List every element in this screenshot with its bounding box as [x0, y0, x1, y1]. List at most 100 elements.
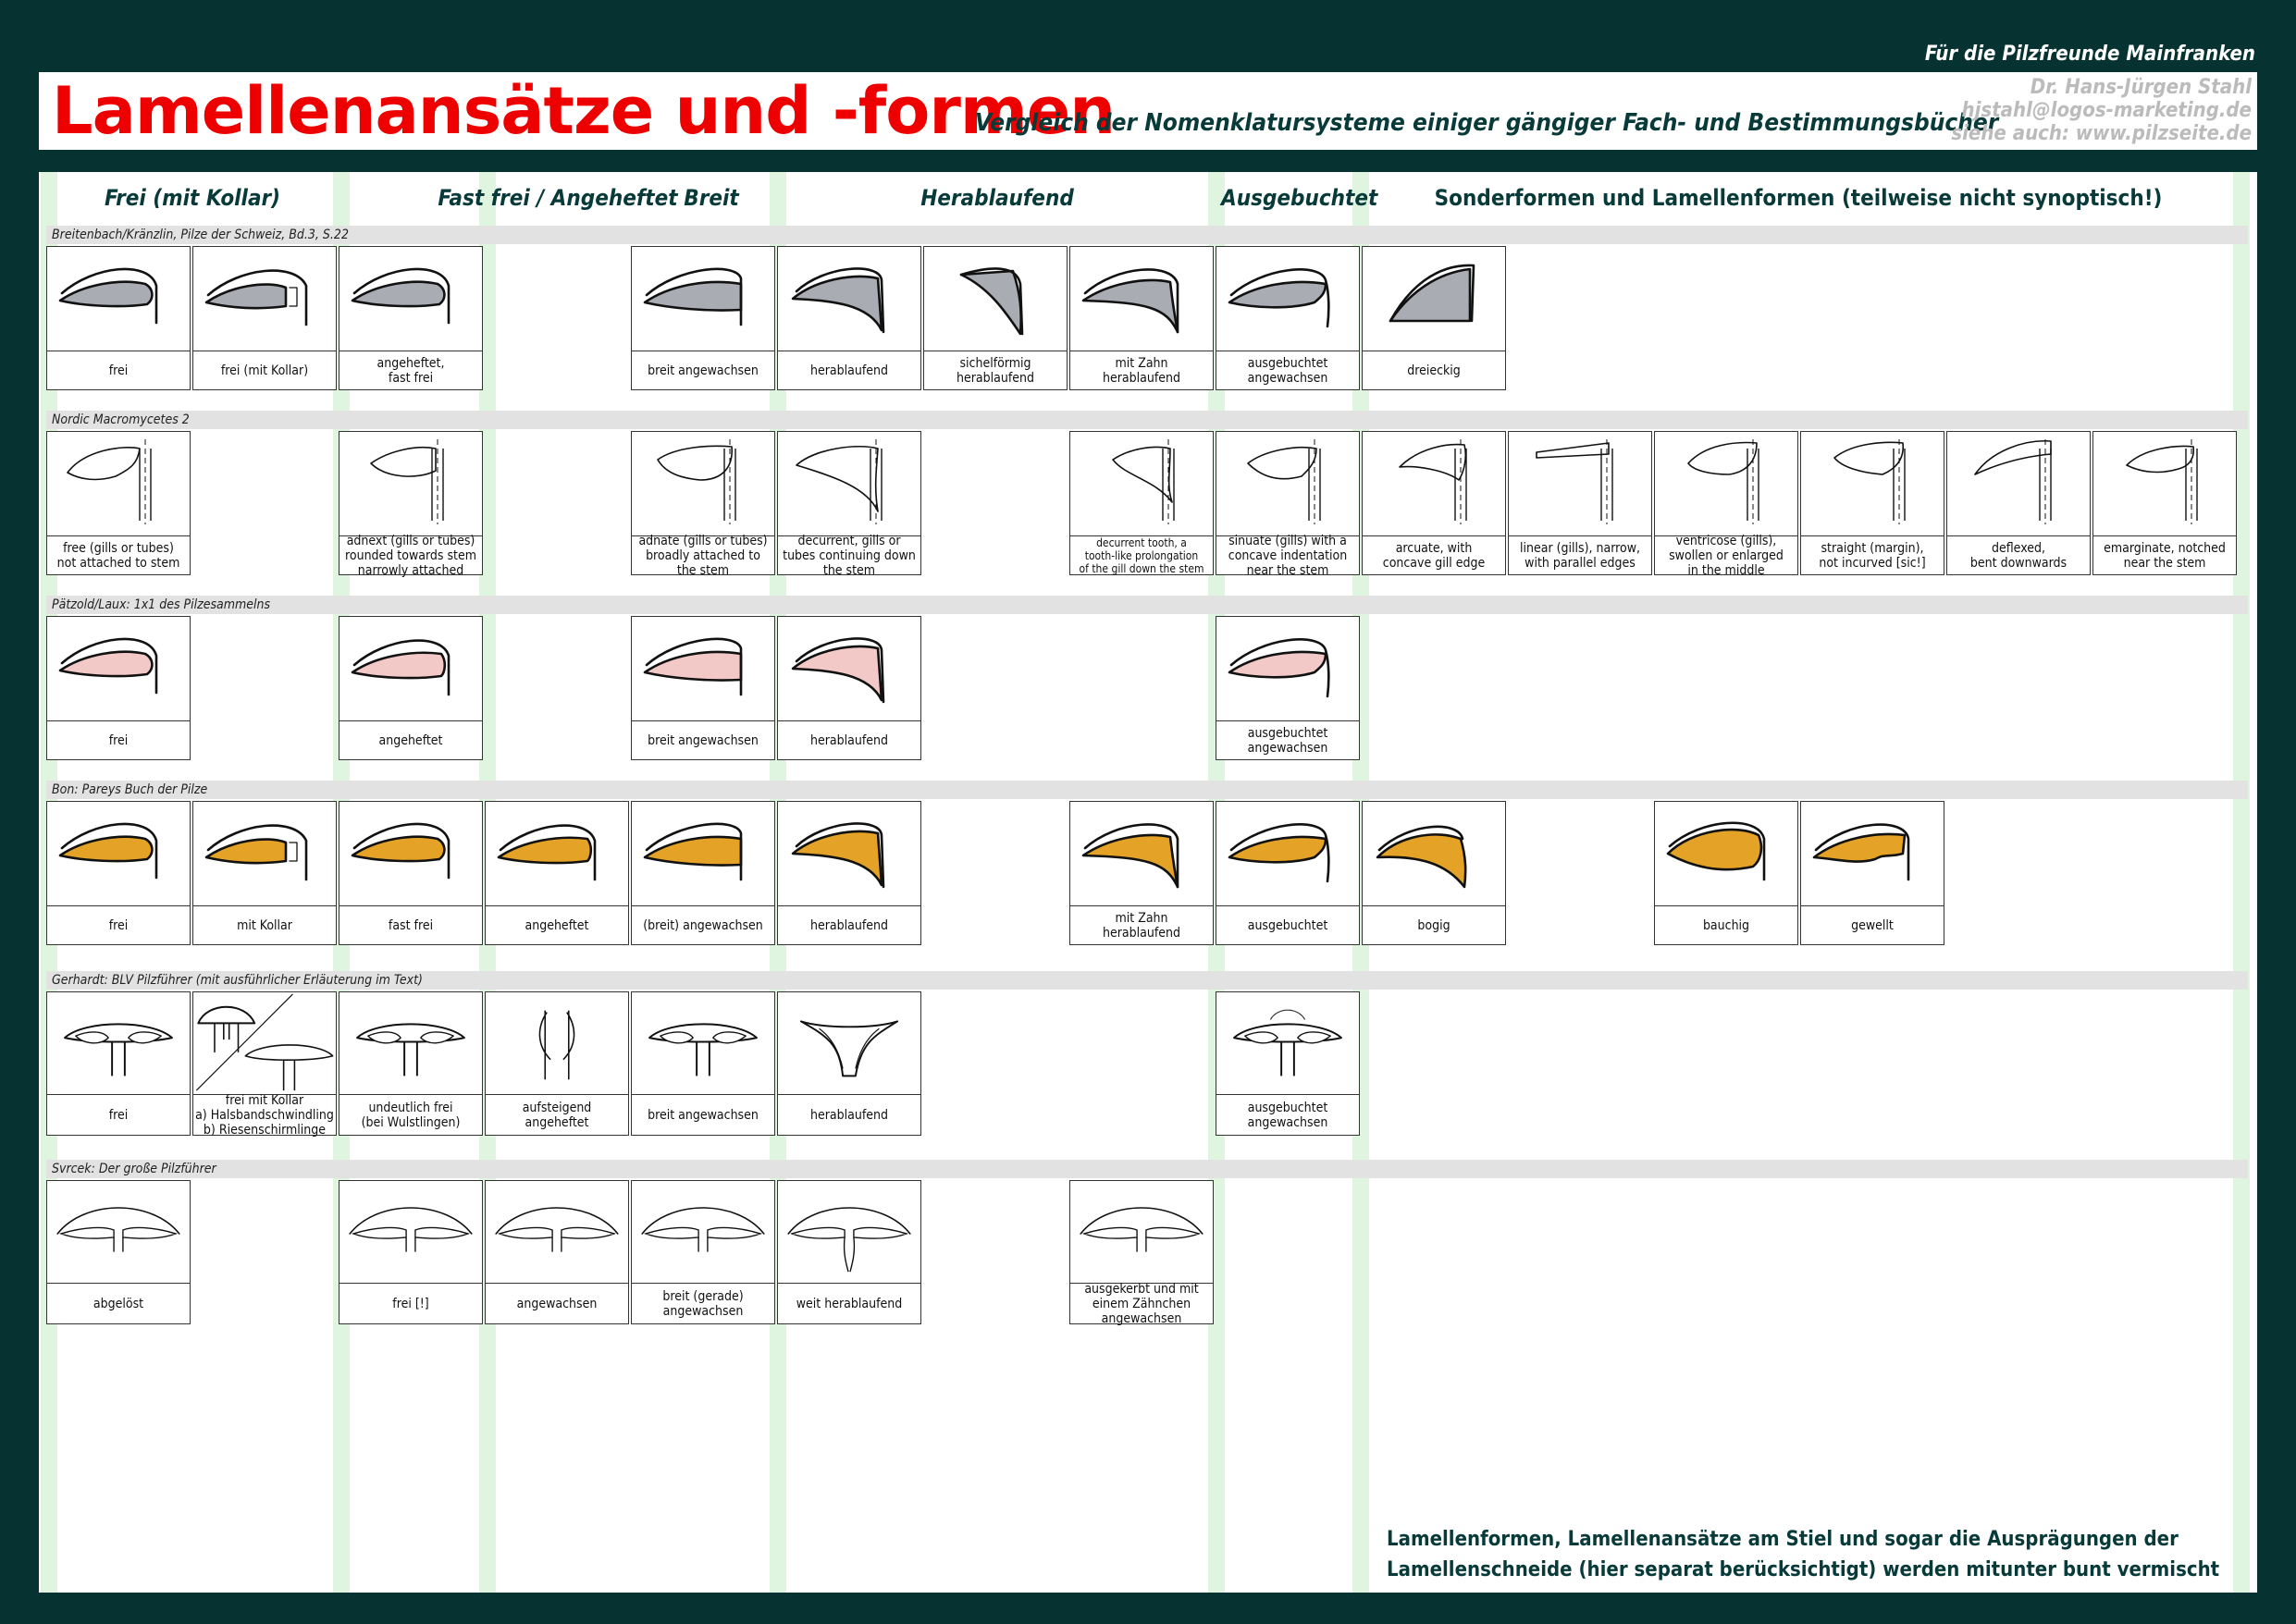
source-heading: Pätzold/Laux: 1x1 des Pilzesammelns — [46, 596, 2248, 614]
column-header: Breit — [684, 185, 739, 211]
gill-diagram — [791, 267, 885, 334]
gill-figure-caption: breit (gerade) angewachsen — [632, 1283, 774, 1323]
gill-figure-caption: emarginate, notched near the stem — [2093, 535, 2236, 574]
gill-diagram — [1081, 823, 1179, 889]
gill-figure-caption: abgelöst — [47, 1283, 190, 1323]
gill-figure-caption: deflexed, bent downwards — [1947, 535, 2090, 574]
gill-figure-cell: ausgekerbt und mit einem Zähnchen angewa… — [1069, 1180, 1214, 1326]
gill-figure-caption: frei — [47, 351, 190, 389]
gill-diagram — [1974, 439, 2052, 524]
gill-figure-cell: frei mit Kollar a) Halsbandschwindling b… — [192, 991, 337, 1138]
gill-figure-cell: undeutlich frei (bei Wulstlingen) — [339, 991, 483, 1136]
gill-figure-cell: decurrent tooth, a tooth-like prolongati… — [1069, 431, 1214, 575]
gill-figure-caption: (breit) angewachsen — [632, 905, 774, 944]
gill-diagram — [370, 439, 444, 524]
gill-figure-caption: arcuate, with concave gill edge — [1363, 535, 1505, 574]
gill-diagram — [1833, 439, 1906, 524]
gill-figure-cell: breit (gerade) angewachsen — [631, 1180, 775, 1324]
gill-figure-cell: mit Kollar — [192, 801, 337, 945]
gill-figure-cell: frei — [46, 991, 191, 1136]
gill-figure-caption: breit angewachsen — [632, 351, 774, 389]
gill-figure-caption: herablaufend — [778, 720, 920, 759]
gill-diagram — [799, 1020, 899, 1077]
website-link[interactable]: siehe auch: www.pilzseite.de — [1951, 122, 2252, 145]
gill-figure-caption: straight (margin), not incurved [sic!] — [1801, 535, 1944, 574]
gill-figure-caption: linear (gills), narrow, with parallel ed… — [1509, 535, 1651, 574]
gill-diagram — [1080, 1207, 1204, 1252]
author-email[interactable]: hjstahl@logos-marketing.de — [1951, 99, 2252, 122]
gill-figure-cell: frei [!] — [339, 1180, 483, 1324]
gill-diagram — [1233, 1009, 1342, 1077]
gill-diagram — [791, 822, 885, 889]
gill-figure-cell: ausgebuchtet angewachsen — [1216, 991, 1360, 1136]
gill-figure-cell: herablaufend — [777, 991, 921, 1136]
column-header: Frei (mit Kollar) — [104, 185, 281, 211]
gill-diagram — [538, 1010, 575, 1080]
gill-figure-caption: gewellt — [1801, 905, 1944, 944]
gill-figure-caption: fast frei — [339, 905, 482, 944]
column-divider-strip — [2233, 172, 2250, 1593]
gill-diagram — [1687, 439, 1759, 524]
gill-figure-cell: weit herablaufend — [777, 1180, 921, 1324]
gill-figure-cell: ventricose (gills), swollen or enlarged … — [1654, 431, 1798, 578]
gill-figure-caption: mit Zahn herablaufend — [1070, 351, 1213, 389]
gill-figure-caption: breit angewachsen — [632, 720, 774, 759]
gill-figure-caption: adnate (gills or tubes) broadly attached… — [632, 534, 774, 578]
gill-diagram — [349, 1207, 473, 1252]
gill-figure-caption: ausgebuchtet angewachsen — [1216, 351, 1359, 389]
gill-figure-cell: sichelförmig herablaufend — [923, 246, 1068, 390]
gill-figure-cell: angewachsen — [485, 1180, 629, 1324]
gill-figure-cell: ausgebuchtet angewachsen — [1216, 616, 1360, 760]
gill-diagram — [1376, 825, 1467, 889]
gill-diagram — [351, 822, 451, 880]
column-header: Ausgebuchtet — [1221, 185, 1378, 211]
gill-figure-caption: adnext (gills or tubes) rounded towards … — [339, 534, 482, 578]
gill-figure-cell: abgelöst — [46, 1180, 191, 1324]
gill-diagram — [351, 639, 451, 696]
gill-figure-caption: mit Kollar — [193, 905, 336, 944]
gill-figure-cell: fast frei — [339, 801, 483, 945]
gill-figure-caption: ausgebuchtet — [1216, 905, 1359, 944]
gill-figure-cell: herablaufend — [777, 616, 921, 760]
gill-figure-cell: frei — [46, 616, 191, 760]
gill-figure-cell: adnext (gills or tubes) rounded towards … — [339, 431, 483, 578]
gill-figure-cell: angeheftet — [485, 801, 629, 945]
gill-figure-caption: frei [!] — [339, 1283, 482, 1323]
gill-figure-caption: angeheftet, fast frei — [339, 351, 482, 389]
gill-diagram — [1081, 268, 1179, 334]
gill-diagram — [641, 1207, 765, 1252]
gill-diagram — [657, 439, 736, 524]
gill-diagram — [195, 993, 334, 1091]
gill-diagram — [1228, 823, 1330, 883]
gill-diagram — [1228, 268, 1330, 328]
gill-figure-cell: bauchig — [1654, 801, 1798, 945]
gill-figure-cell: herablaufend — [777, 801, 921, 945]
gill-diagram — [58, 267, 158, 325]
footer-note: Lamellenformen, Lamellenansätze am Stiel… — [1387, 1528, 2220, 1581]
gill-figure-caption: ausgekerbt und mit einem Zähnchen angewa… — [1070, 1282, 1213, 1326]
gill-figure-caption: sichelförmig herablaufend — [924, 351, 1067, 389]
gill-diagram — [67, 439, 152, 524]
gill-diagram — [648, 1023, 758, 1077]
source-heading: Svrcek: Der große Pilzführer — [46, 1160, 2248, 1178]
header-topline: Für die Pilzfreunde Mainfranken — [1924, 43, 2255, 66]
gill-figure-caption: angewachsen — [486, 1283, 628, 1323]
gill-figure-caption: ausgebuchtet angewachsen — [1216, 1094, 1359, 1135]
gill-figure-cell: herablaufend — [777, 246, 921, 390]
page-title: Lamellenansätze und -formen — [52, 73, 1116, 149]
header-bar: Lamellenansätze und -formen Vergleich de… — [39, 72, 2257, 150]
gill-figure-caption: frei — [47, 720, 190, 759]
gill-diagram — [1399, 439, 1467, 524]
gill-figure-caption: mit Zahn herablaufend — [1070, 905, 1213, 944]
gill-figure-cell: frei (mit Kollar) — [192, 246, 337, 390]
gill-figure-cell: frei — [46, 246, 191, 390]
gill-figure-caption: frei (mit Kollar) — [193, 351, 336, 389]
gill-diagram — [58, 822, 158, 880]
gill-figure-cell: sinuate (gills) with a concave indentati… — [1216, 431, 1360, 578]
comparison-board: Frei (mit Kollar) Fast frei / Angeheftet B… — [39, 172, 2257, 1593]
gill-figure-cell: straight (margin), not incurved [sic!] — [1800, 431, 1944, 575]
gill-figure-caption: decurrent, gills or tubes continuing dow… — [778, 534, 920, 578]
gill-diagram — [796, 439, 883, 524]
gill-diagram — [204, 824, 308, 881]
gill-figure-caption: undeutlich frei (bei Wulstlingen) — [339, 1094, 482, 1135]
